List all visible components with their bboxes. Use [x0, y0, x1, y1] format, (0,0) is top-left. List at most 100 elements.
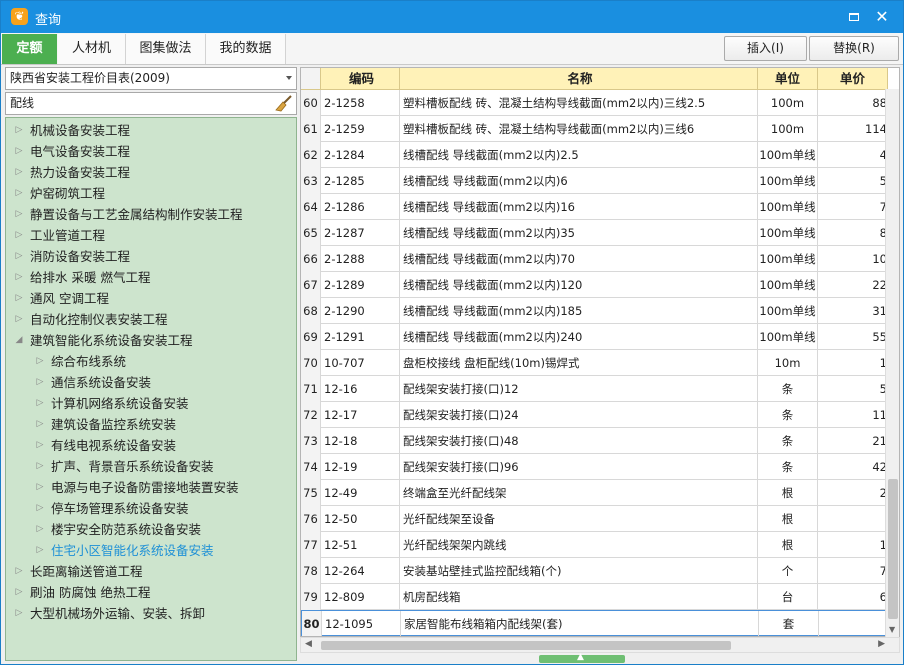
- table-row[interactable]: 76 12-50 光纤配线架至设备根: [301, 506, 899, 532]
- collapsed-arrow-icon[interactable]: ▷: [14, 267, 24, 288]
- tree-item[interactable]: ▷ 通风 空调工程: [6, 288, 296, 309]
- vertical-scroll-thumb[interactable]: [888, 479, 898, 619]
- search-input[interactable]: 配线: [5, 92, 297, 115]
- collapsed-arrow-icon[interactable]: ▷: [14, 582, 24, 603]
- tree-item[interactable]: ▷ 有线电视系统设备安装: [6, 435, 296, 456]
- grid-header-code[interactable]: 编码: [321, 68, 400, 90]
- tab-atlas-method[interactable]: 图集做法: [126, 34, 206, 64]
- tree-item[interactable]: ▷ 热力设备安装工程: [6, 162, 296, 183]
- table-row[interactable]: 63 2-1285 线槽配线 导线截面(mm2以内)6 100m单线 5: [301, 168, 899, 194]
- table-row[interactable]: 73 12-18 配线架安装打接(口)48 条 21: [301, 428, 899, 454]
- collapsed-arrow-icon[interactable]: ▷: [35, 477, 45, 498]
- table-row[interactable]: 64 2-1286 线槽配线 导线截面(mm2以内)16 100m单线 7: [301, 194, 899, 220]
- maximize-button[interactable]: [843, 6, 865, 28]
- horizontal-scrollbar[interactable]: ◀ ▶: [300, 637, 900, 653]
- table-row[interactable]: 62 2-1284 线槽配线 导线截面(mm2以内)2.5 100m单线 4: [301, 142, 899, 168]
- collapsed-arrow-icon[interactable]: ▷: [14, 603, 24, 624]
- table-row[interactable]: 78 12-264 安装基站壁挂式监控配线箱(个) 个 7: [301, 558, 899, 584]
- tree-item[interactable]: ▷ 刷油 防腐蚀 绝热工程: [6, 582, 296, 603]
- collapsed-arrow-icon[interactable]: ▷: [35, 393, 45, 414]
- tree-item[interactable]: ▷ 静置设备与工艺金属结构制作安装工程: [6, 204, 296, 225]
- tree-item[interactable]: ▷ 工业管道工程: [6, 225, 296, 246]
- collapsed-arrow-icon[interactable]: ▷: [35, 498, 45, 519]
- tree-item[interactable]: ▷ 电气设备安装工程: [6, 141, 296, 162]
- tree-item[interactable]: ▷ 住宅小区智能化系统设备安装: [6, 540, 296, 561]
- collapsed-arrow-icon[interactable]: ▷: [14, 561, 24, 582]
- replace-button[interactable]: 替换(R): [809, 36, 899, 61]
- collapse-handle[interactable]: ▲: [539, 652, 625, 663]
- table-row[interactable]: 72 12-17 配线架安装打接(口)24 条 11: [301, 402, 899, 428]
- tree-item[interactable]: ▷ 给排水 采暖 燃气工程: [6, 267, 296, 288]
- tree-item[interactable]: ▷ 综合布线系统: [6, 351, 296, 372]
- grid-header-unit[interactable]: 单位: [758, 68, 818, 90]
- tree-item[interactable]: ◢ 建筑智能化系统设备安装工程: [6, 330, 296, 351]
- collapsed-arrow-icon[interactable]: ▷: [14, 309, 24, 330]
- clear-broom-icon[interactable]: [275, 95, 293, 112]
- row-number: 75: [301, 480, 321, 506]
- scroll-right-icon[interactable]: ▶: [878, 639, 885, 649]
- collapsed-arrow-icon[interactable]: ▷: [35, 435, 45, 456]
- table-row[interactable]: 79 12-809 机房配线箱台 6: [301, 584, 899, 610]
- tree-item[interactable]: ▷ 消防设备安装工程: [6, 246, 296, 267]
- tree-item[interactable]: ▷ 通信系统设备安装: [6, 372, 296, 393]
- tree-item[interactable]: ▷ 扩声、背景音乐系统设备安装: [6, 456, 296, 477]
- collapsed-arrow-icon[interactable]: ▷: [14, 183, 24, 204]
- table-row[interactable]: 69 2-1291 线槽配线 导线截面(mm2以内)240 100m单线 55: [301, 324, 899, 350]
- close-button[interactable]: ✕: [871, 6, 893, 28]
- table-row[interactable]: 68 2-1290 线槽配线 导线截面(mm2以内)185 100m单线 31: [301, 298, 899, 324]
- insert-button[interactable]: 插入(I): [724, 36, 807, 61]
- tree-item[interactable]: ▷ 楼宇安全防范系统设备安装: [6, 519, 296, 540]
- query-window: ❦ 查询 ✕ 定额 人材机 图集做法 我的数据 插入(I) 替换(R) 陕西省安…: [0, 0, 904, 665]
- grid-header-name[interactable]: 名称: [400, 68, 758, 90]
- table-row[interactable]: 60 2-1258 塑料槽板配线 砖、混凝土结构导线截面(mm2以内)三线2.5 10…: [301, 90, 899, 116]
- tree-item-label: 电气设备安装工程: [30, 144, 131, 159]
- collapsed-arrow-icon[interactable]: ▷: [35, 351, 45, 372]
- expanded-arrow-icon[interactable]: ◢: [14, 330, 24, 351]
- library-select[interactable]: 陕西省安装工程价目表(2009): [5, 67, 297, 90]
- collapsed-arrow-icon[interactable]: ▷: [14, 225, 24, 246]
- collapsed-arrow-icon[interactable]: ▷: [14, 288, 24, 309]
- table-row[interactable]: 65 2-1287 线槽配线 导线截面(mm2以内)35 100m单线 8: [301, 220, 899, 246]
- tree-item[interactable]: ▷ 自动化控制仪表安装工程: [6, 309, 296, 330]
- collapsed-arrow-icon[interactable]: ▷: [35, 456, 45, 477]
- collapsed-arrow-icon[interactable]: ▷: [14, 246, 24, 267]
- collapsed-arrow-icon[interactable]: ▷: [35, 540, 45, 561]
- row-number: 61: [301, 116, 321, 142]
- tree-item[interactable]: ▷ 炉窑砌筑工程: [6, 183, 296, 204]
- collapsed-arrow-icon[interactable]: ▷: [14, 204, 24, 225]
- grid-header-price[interactable]: 单价: [818, 68, 888, 90]
- tree-item-label: 电源与电子设备防雷接地装置安装: [51, 480, 239, 495]
- tree-item[interactable]: ▷ 停车场管理系统设备安装: [6, 498, 296, 519]
- tab-quota[interactable]: 定额: [2, 34, 57, 64]
- tree-item[interactable]: ▷ 计算机网络系统设备安装: [6, 393, 296, 414]
- table-row[interactable]: 71 12-16 配线架安装打接(口)12 条 5: [301, 376, 899, 402]
- collapsed-arrow-icon[interactable]: ▷: [35, 372, 45, 393]
- collapsed-arrow-icon[interactable]: ▷: [35, 414, 45, 435]
- table-row[interactable]: 61 2-1259 塑料槽板配线 砖、混凝土结构导线截面(mm2以内)三线6 100m…: [301, 116, 899, 142]
- tree-item[interactable]: ▷ 建筑设备监控系统安装: [6, 414, 296, 435]
- table-row[interactable]: 66 2-1288 线槽配线 导线截面(mm2以内)70 100m单线 10: [301, 246, 899, 272]
- table-row[interactable]: 80 12-1095 家居智能布线箱箱内配线架(套) 套: [301, 610, 899, 636]
- table-row[interactable]: 75 12-49 终端盒至光纤配线架根 2: [301, 480, 899, 506]
- vertical-scrollbar[interactable]: ▼: [885, 89, 899, 637]
- collapsed-arrow-icon[interactable]: ▷: [14, 141, 24, 162]
- table-row[interactable]: 70 10-707 盘柜校接线 盘柜配线(10m)锡焊式 10m 1: [301, 350, 899, 376]
- unit-cell: 100m单线: [758, 220, 818, 246]
- table-row[interactable]: 67 2-1289 线槽配线 导线截面(mm2以内)120 100m单线 22: [301, 272, 899, 298]
- collapsed-arrow-icon[interactable]: ▷: [35, 519, 45, 540]
- table-row[interactable]: 77 12-51 光纤配线架架内跳线根 1: [301, 532, 899, 558]
- tree-item[interactable]: ▷ 机械设备安装工程: [6, 120, 296, 141]
- collapsed-arrow-icon[interactable]: ▷: [14, 162, 24, 183]
- tree-item-label: 长距离输送管道工程: [30, 564, 143, 579]
- tree-item[interactable]: ▷ 大型机械场外运输、安装、拆卸: [6, 603, 296, 624]
- tree-item[interactable]: ▷ 电源与电子设备防雷接地装置安装: [6, 477, 296, 498]
- tab-labor-material-machine[interactable]: 人材机: [58, 34, 126, 64]
- table-row[interactable]: 74 12-19 配线架安装打接(口)96 条 42: [301, 454, 899, 480]
- scroll-left-icon[interactable]: ◀: [305, 639, 312, 649]
- scroll-down-icon[interactable]: ▼: [889, 625, 895, 634]
- tree-item[interactable]: ▷ 长距离输送管道工程: [6, 561, 296, 582]
- horizontal-scroll-thumb[interactable]: [321, 641, 731, 650]
- tab-my-data[interactable]: 我的数据: [206, 34, 286, 64]
- title-bar[interactable]: ❦ 查询 ✕: [1, 1, 903, 33]
- collapsed-arrow-icon[interactable]: ▷: [14, 120, 24, 141]
